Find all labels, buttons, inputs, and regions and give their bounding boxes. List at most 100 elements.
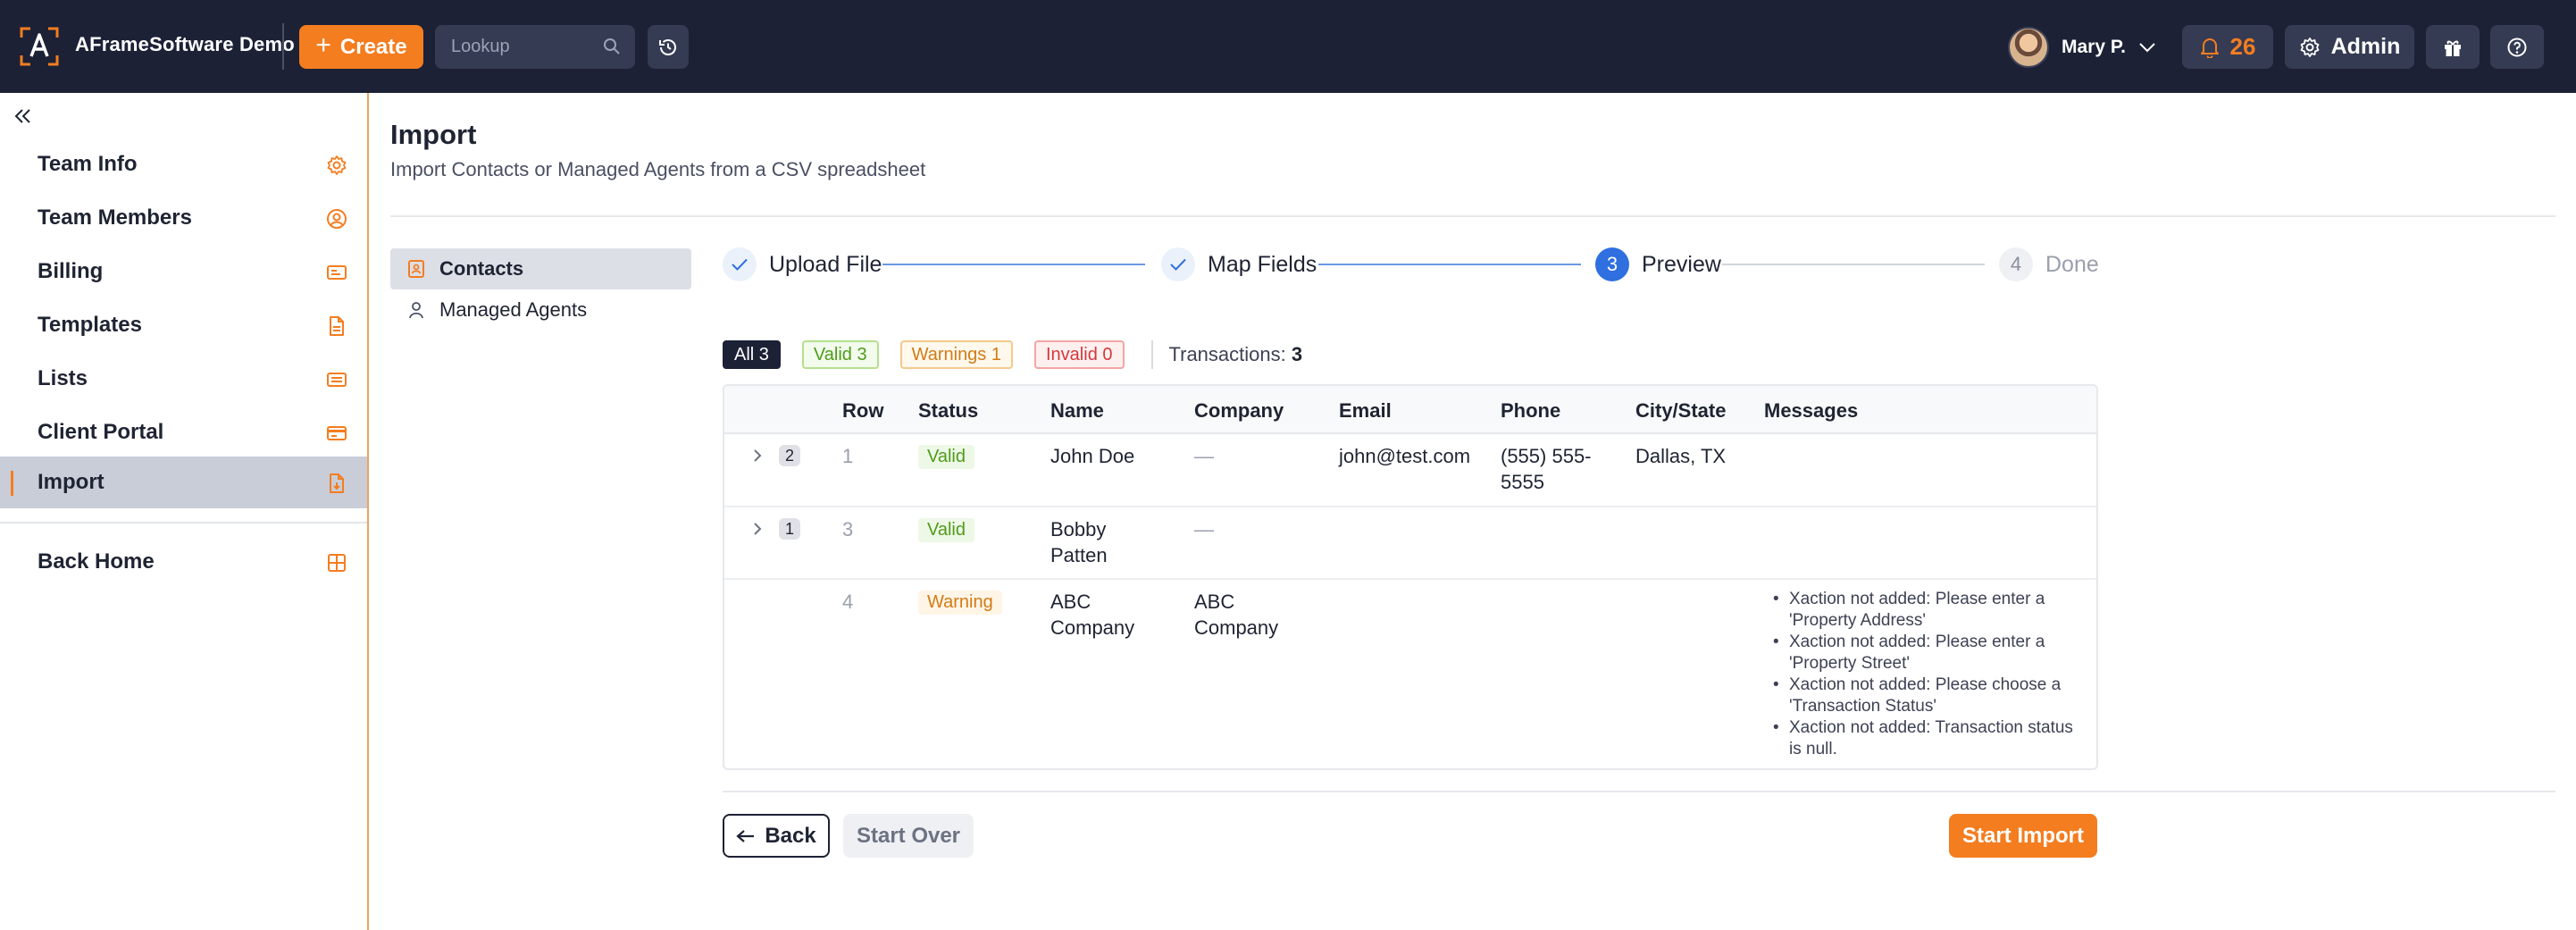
step-connector [882, 264, 1145, 265]
chevron-right-icon [754, 449, 762, 462]
check-icon [1161, 247, 1195, 281]
create-button[interactable]: + Create [299, 25, 423, 69]
cell-row: 4 [842, 591, 854, 613]
chevron-down-icon [2139, 42, 2155, 52]
filter-valid[interactable]: Valid 3 [801, 340, 879, 369]
step-label: Done [2045, 251, 2099, 277]
expand-row-button[interactable] [749, 447, 765, 465]
back-label: Back [765, 823, 816, 848]
step-label: Map Fields [1208, 251, 1317, 277]
column-header-messages[interactable]: Messages [1764, 399, 1858, 423]
brand-name[interactable]: AFrameSoftware Demo [75, 33, 295, 56]
history-button[interactable] [648, 25, 689, 69]
start-import-button[interactable]: Start Import [1949, 814, 2097, 858]
cell-city-state: Dallas, TX [1635, 445, 1727, 467]
divider [723, 791, 2555, 792]
cell-email: john@test.com [1339, 445, 1471, 467]
sidebar-item-team-members[interactable]: Team Members [0, 192, 367, 244]
cell-company: — [1194, 445, 1214, 467]
message-item: Xaction not added: Please enter a 'Prope… [1764, 632, 2077, 674]
step-upload-file: Upload File [723, 247, 882, 281]
status-badge: Valid [918, 518, 974, 542]
collapse-sidebar-button[interactable] [11, 104, 36, 129]
status-badge: Valid [918, 445, 974, 469]
sidebar-item-lists[interactable]: Lists [0, 353, 367, 405]
sidebar-item-templates[interactable]: Templates [0, 299, 367, 351]
lookup-search[interactable] [435, 25, 635, 69]
message-item: Xaction not added: Transaction status is… [1764, 717, 2077, 760]
column-header-row[interactable]: Row [842, 399, 883, 423]
cell-company: — [1194, 518, 1214, 540]
user-name: Mary P. [2062, 36, 2126, 57]
step-number: 3 [1595, 247, 1629, 281]
step-number: 4 [1999, 247, 2033, 281]
sidebar: Team Info Team Members Billing Templates [0, 93, 369, 930]
page-title: Import [390, 119, 477, 150]
subnav-item-contacts[interactable]: Contacts [390, 248, 691, 289]
sidebar-item-label: Import [38, 470, 105, 494]
list-icon [327, 373, 347, 387]
sidebar-item-billing[interactable]: Billing [0, 246, 367, 297]
back-button[interactable]: Back [723, 814, 830, 858]
column-header-email[interactable]: Email [1339, 399, 1392, 423]
aframe-logo-icon[interactable] [20, 27, 59, 66]
step-label: Preview [1642, 251, 1721, 277]
search-icon [604, 38, 620, 54]
transaction-count-badge: 1 [779, 518, 800, 540]
cell-name: ABC Company [1050, 591, 1135, 639]
admin-button[interactable]: Admin [2285, 25, 2414, 69]
create-label: Create [339, 34, 407, 59]
expand-row-button[interactable] [749, 520, 765, 538]
sidebar-item-label: Back Home [38, 549, 155, 574]
column-header-phone[interactable]: Phone [1501, 399, 1560, 423]
user-menu[interactable]: Mary P. [2008, 25, 2156, 69]
sidebar-item-client-portal[interactable]: Client Portal [0, 406, 367, 458]
notifications-button[interactable]: 26 [2182, 25, 2273, 69]
divider [282, 23, 284, 70]
user-circle-icon [327, 209, 347, 229]
table-row[interactable]: 4 Warning ABC Company ABC Company Xactio… [724, 580, 2096, 768]
cell-row: 1 [842, 445, 854, 467]
avatar [2008, 26, 2049, 68]
contact-card-icon [408, 260, 424, 278]
user-icon [409, 302, 423, 319]
transactions-count: Transactions: 3 [1169, 343, 1303, 366]
transactions-value: 3 [1291, 343, 1303, 365]
check-icon [723, 247, 757, 281]
help-button[interactable] [2490, 25, 2544, 69]
divider [390, 215, 2555, 217]
column-header-status[interactable]: Status [918, 399, 978, 423]
transactions-label: Transactions: [1168, 343, 1286, 365]
table-row[interactable]: 1 3 Valid Bobby Patten — [724, 507, 2096, 580]
divider [0, 522, 367, 524]
cell-phone: (555) 555-5555 [1501, 445, 1592, 493]
sidebar-item-label: Billing [38, 259, 104, 283]
subnav-item-label: Managed Agents [439, 298, 588, 321]
filter-invalid[interactable]: Invalid 0 [1034, 340, 1125, 369]
filter-all[interactable]: All 3 [723, 340, 781, 369]
cell-name: John Doe [1050, 445, 1135, 467]
sidebar-item-back-home[interactable]: Back Home [0, 536, 367, 588]
step-connector [1318, 264, 1581, 265]
status-badge: Warning [918, 591, 1002, 615]
double-chevron-left-icon [14, 109, 30, 123]
filter-warnings[interactable]: Warnings 1 [899, 340, 1013, 369]
status-filters: All 3 Valid 3 Warnings 1 Invalid 0 Trans… [723, 340, 1302, 369]
preview-table: Row Status Name Company Email Phone City… [723, 384, 2098, 770]
gift-button[interactable] [2426, 25, 2480, 69]
start-over-button[interactable]: Start Over [843, 814, 974, 858]
column-header-name[interactable]: Name [1050, 399, 1104, 423]
history-icon [659, 38, 676, 55]
column-header-company[interactable]: Company [1194, 399, 1284, 423]
sidebar-item-label: Templates [38, 313, 142, 337]
table-row[interactable]: 2 1 Valid John Doe — john@test.com (555)… [724, 434, 2096, 507]
message-item: Xaction not added: Please enter a 'Prope… [1764, 589, 2077, 632]
sidebar-item-import[interactable]: Import [0, 457, 367, 508]
sidebar-item-team-info[interactable]: Team Info [0, 138, 367, 190]
subnav-item-managed-agents[interactable]: Managed Agents [390, 289, 691, 331]
step-done: 4 Done [1999, 247, 2099, 281]
subnav-item-label: Contacts [439, 257, 524, 280]
column-header-city-state[interactable]: City/State [1635, 399, 1726, 423]
import-icon [330, 473, 344, 493]
divider [1150, 340, 1153, 369]
